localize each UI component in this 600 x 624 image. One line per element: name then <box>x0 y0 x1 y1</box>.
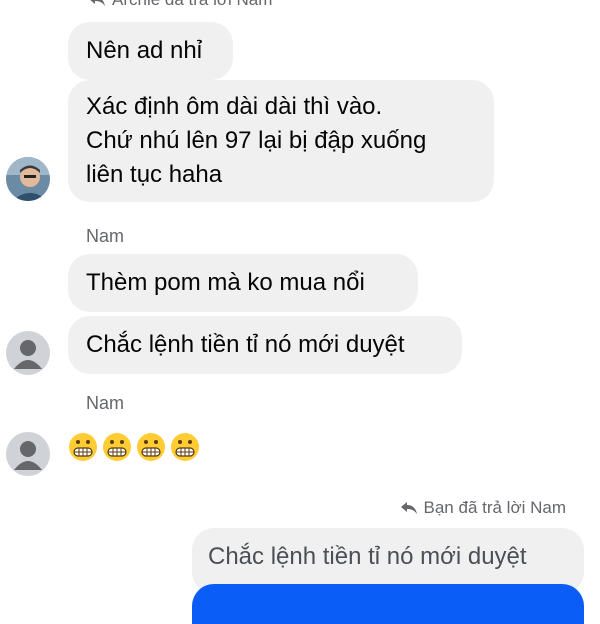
reply-arrow-icon <box>90 0 105 6</box>
grimacing-face-icon <box>103 433 131 461</box>
message-bubble[interactable]: Thèm pom mà ko mua nổi <box>68 254 418 312</box>
sender-name: Nam <box>86 226 125 246</box>
message-bubble[interactable]: Xác định ôm dài dài thì vào. Chứ nhú lên… <box>68 80 494 202</box>
avatar-nam[interactable] <box>6 432 50 476</box>
default-user-icon <box>14 340 42 369</box>
avatar-photo-icon <box>6 157 50 201</box>
own-message-bubble[interactable] <box>192 584 584 624</box>
sender-name: Nam <box>86 393 125 413</box>
message-bubble[interactable]: Chắc lệnh tiền tỉ nó mới duyệt <box>68 316 462 374</box>
default-user-icon <box>14 441 42 470</box>
grimacing-face-icon <box>137 433 165 461</box>
reply-note-top: Archie đã trả lời Nam <box>88 0 272 10</box>
avatar-nam[interactable] <box>6 331 50 375</box>
reply-arrow-icon <box>400 502 417 514</box>
avatar-archie[interactable] <box>6 157 50 201</box>
reply-note-self: Bạn đã trả lời Nam <box>400 498 566 518</box>
grimacing-face-icon <box>69 433 97 461</box>
emoji-message[interactable] <box>68 432 200 462</box>
grimacing-face-icon <box>171 433 199 461</box>
message-bubble[interactable]: Nên ad nhỉ <box>68 22 233 80</box>
